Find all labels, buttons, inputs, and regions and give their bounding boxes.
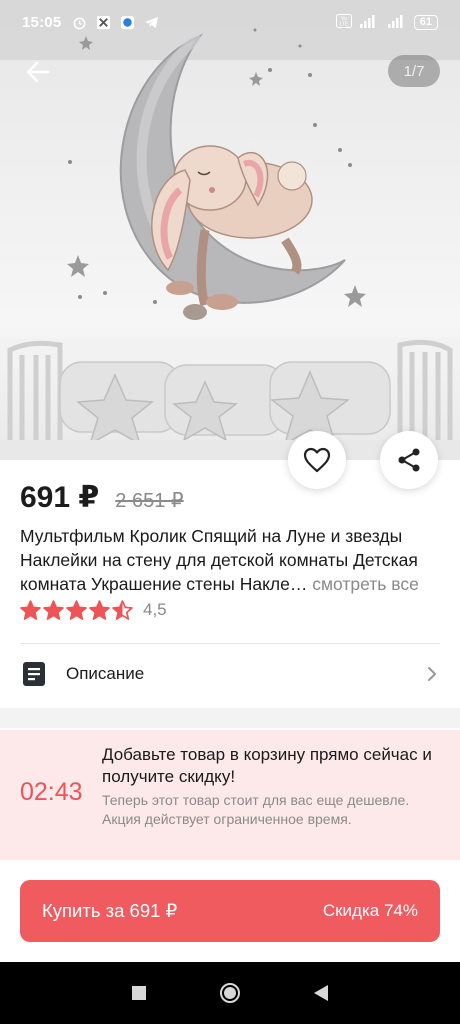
- rating-value: 4,5: [143, 600, 167, 619]
- description-label: Описание: [66, 664, 145, 683]
- status-time: 15:05: [22, 13, 62, 31]
- price-row: 691 ₽ 2 651 ₽: [20, 480, 184, 515]
- app-icon: [95, 14, 111, 30]
- image-counter: 1/7: [388, 55, 440, 87]
- discount-label: Скидка 74%: [322, 901, 418, 920]
- signal-icon: [386, 14, 408, 31]
- promo-subtitle: Теперь этот товар стоит для вас еще деше…: [102, 792, 410, 827]
- back-button[interactable]: [18, 52, 58, 92]
- star-filled-icon: [43, 600, 64, 620]
- description-row[interactable]: Описание: [0, 645, 460, 703]
- home-icon[interactable]: [219, 982, 241, 1004]
- current-price: 691 ₽: [20, 481, 100, 514]
- browser-icon: [119, 14, 135, 30]
- star-half-icon: [112, 600, 133, 620]
- promo-banner: 02:43 Добавьте товар в корзину прямо сей…: [0, 730, 460, 860]
- section-separator: [0, 708, 460, 728]
- share-icon: [398, 448, 420, 472]
- favorite-button[interactable]: [288, 431, 346, 489]
- arrow-left-icon: [26, 61, 50, 83]
- telegram-icon: [143, 14, 159, 30]
- old-price: 2 651 ₽: [115, 490, 184, 512]
- alarm-icon: [71, 14, 87, 30]
- buy-button-label: Купить за 691 ₽: [42, 900, 178, 921]
- chevron-right-icon: [428, 667, 437, 681]
- buy-button[interactable]: Купить за 691 ₽ Скидка 74%: [20, 880, 440, 942]
- divider: [20, 643, 440, 644]
- star-filled-icon: [89, 600, 110, 620]
- document-icon: [23, 662, 45, 686]
- battery-icon: 61: [413, 14, 438, 30]
- product-title[interactable]: Мультфильм Кролик Спящий на Луне и звезд…: [20, 524, 444, 596]
- status-notification-icons: [71, 14, 159, 30]
- see-all-link[interactable]: смотреть все: [312, 574, 419, 594]
- status-system-icons: Vo LTE 61: [335, 13, 438, 31]
- back-nav-icon[interactable]: [313, 984, 329, 1002]
- recents-icon[interactable]: [131, 985, 147, 1001]
- heart-icon: [303, 447, 331, 473]
- rating[interactable]: 4,5: [20, 600, 167, 620]
- system-navigation-bar: [0, 962, 460, 1024]
- promo-timer: 02:43: [20, 778, 83, 806]
- signal-icon: [358, 14, 380, 31]
- volte-icon: Vo LTE: [335, 13, 352, 31]
- status-bar: 15:05 Vo LTE 61: [0, 0, 460, 44]
- star-filled-icon: [20, 600, 41, 620]
- promo-title: Добавьте товар в корзину прямо сейчас и …: [102, 745, 432, 786]
- rating-stars: [20, 600, 133, 620]
- svg-text:LTE: LTE: [339, 21, 348, 27]
- share-button[interactable]: [380, 431, 438, 489]
- star-filled-icon: [66, 600, 87, 620]
